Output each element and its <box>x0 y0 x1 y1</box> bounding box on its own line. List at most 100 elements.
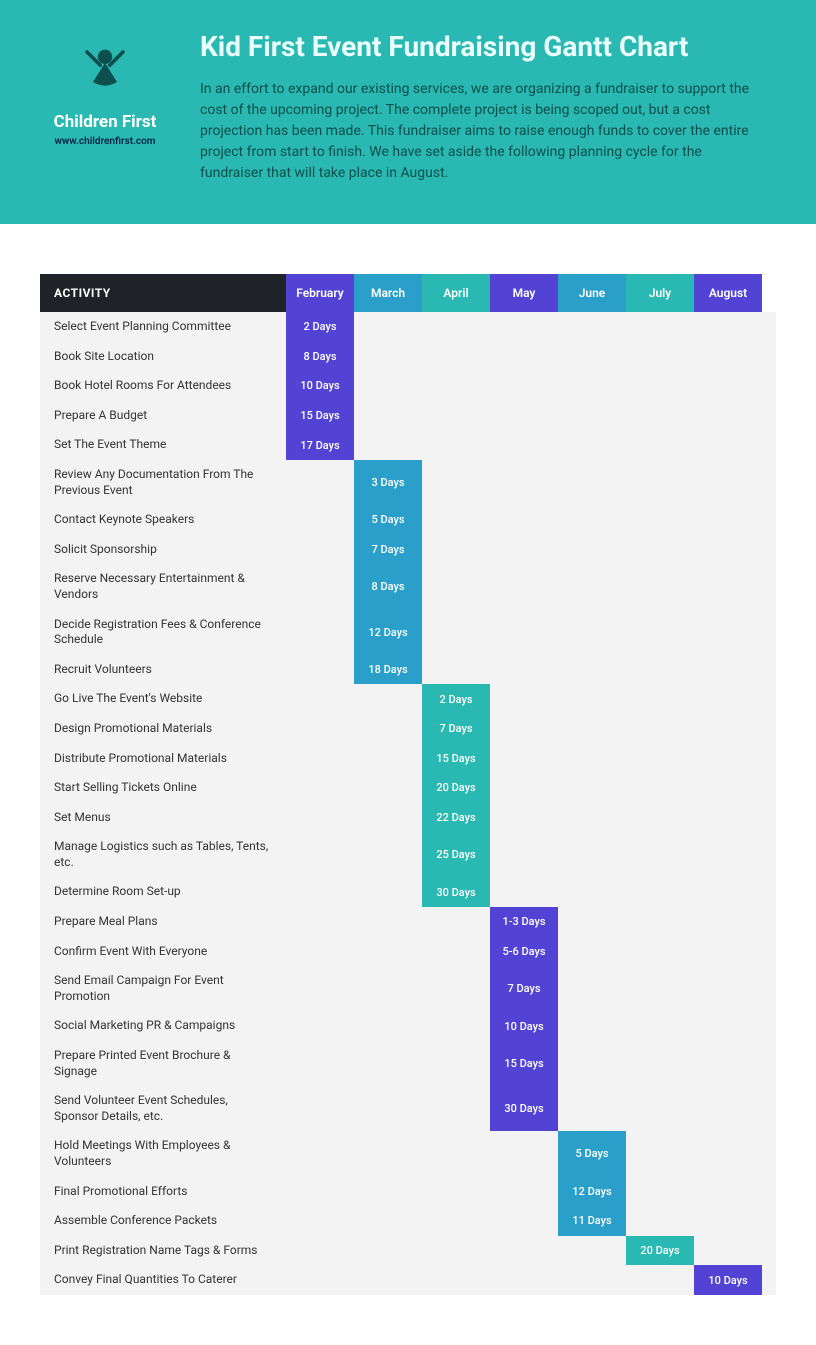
gantt-cell <box>422 564 490 609</box>
month-header: June <box>558 274 626 312</box>
gantt-cell <box>626 1131 694 1176</box>
row-bars: 15 Days <box>286 1041 776 1086</box>
header-text: Kid First Event Fundraising Gantt Chart … <box>200 30 776 184</box>
gantt-cell: 7 Days <box>490 966 558 1011</box>
gantt-cell <box>422 535 490 565</box>
gantt-cell <box>490 655 558 685</box>
activity-label: Book Hotel Rooms For Attendees <box>40 371 286 401</box>
gantt-cell: 2 Days <box>422 684 490 714</box>
row-bars: 30 Days <box>286 877 776 907</box>
header: Children First www.childrenfirst.com Kid… <box>0 0 816 224</box>
activity-label: Start Selling Tickets Online <box>40 773 286 803</box>
gantt-bar: 12 Days <box>354 610 422 655</box>
gantt-cell <box>626 371 694 401</box>
gantt-bar: 7 Days <box>354 535 422 565</box>
gantt-cell: 15 Days <box>490 1041 558 1086</box>
row-bars: 12 Days <box>286 610 776 655</box>
gantt-row: Manage Logistics such as Tables, Tents, … <box>40 832 776 877</box>
gantt-cell <box>694 1206 762 1236</box>
gantt-cell <box>354 937 422 967</box>
activity-label: Confirm Event With Everyone <box>40 937 286 967</box>
gantt-cell <box>558 312 626 342</box>
gantt-cell: 10 Days <box>694 1265 762 1295</box>
gantt-cell <box>694 907 762 937</box>
gantt-cell: 18 Days <box>354 655 422 685</box>
row-bars: 30 Days <box>286 1086 776 1131</box>
gantt-cell <box>354 1041 422 1086</box>
gantt-cell <box>422 342 490 372</box>
gantt-cell <box>626 773 694 803</box>
gantt-bar: 10 Days <box>286 371 354 401</box>
gantt-bar: 5-6 Days <box>490 937 558 967</box>
activity-label: Recruit Volunteers <box>40 655 286 685</box>
gantt-cell <box>558 505 626 535</box>
gantt-cell <box>626 312 694 342</box>
activity-label: Prepare A Budget <box>40 401 286 431</box>
gantt-row: Confirm Event With Everyone 5-6 Days <box>40 937 776 967</box>
row-bars: 7 Days <box>286 714 776 744</box>
gantt-cell <box>490 684 558 714</box>
gantt-cell <box>422 1206 490 1236</box>
activity-label: Design Promotional Materials <box>40 714 286 744</box>
gantt-cell <box>694 342 762 372</box>
row-bars: 15 Days <box>286 401 776 431</box>
gantt-cell <box>286 1131 354 1176</box>
gantt-cell <box>490 744 558 774</box>
gantt-row: Review Any Documentation From The Previo… <box>40 460 776 505</box>
gantt-cell <box>422 966 490 1011</box>
gantt-cell <box>354 1086 422 1131</box>
gantt-cell: 15 Days <box>286 401 354 431</box>
gantt-row: Reserve Necessary Entertainment & Vendor… <box>40 564 776 609</box>
gantt-cell <box>354 1206 422 1236</box>
row-bars: 1-3 Days <box>286 907 776 937</box>
gantt-cell <box>422 937 490 967</box>
activity-label: Go Live The Event's Website <box>40 684 286 714</box>
gantt-row: Book Site Location8 Days <box>40 342 776 372</box>
month-header: March <box>354 274 422 312</box>
gantt-cell: 20 Days <box>626 1236 694 1266</box>
gantt-cell <box>694 877 762 907</box>
gantt-cell <box>354 877 422 907</box>
activity-label: Decide Registration Fees & Conference Sc… <box>40 610 286 655</box>
gantt-cell <box>694 1086 762 1131</box>
gantt-cell: 1-3 Days <box>490 907 558 937</box>
gantt-bar: 15 Days <box>490 1041 558 1086</box>
gantt-cell <box>286 1206 354 1236</box>
gantt-cell <box>286 1236 354 1266</box>
month-headers: FebruaryMarchAprilMayJuneJulyAugust <box>286 274 762 312</box>
gantt-cell <box>626 832 694 877</box>
activity-label: Final Promotional Efforts <box>40 1177 286 1207</box>
gantt-row: Send Email Campaign For Event Promotion7… <box>40 966 776 1011</box>
activity-label: Solicit Sponsorship <box>40 535 286 565</box>
gantt-cell: 8 Days <box>286 342 354 372</box>
gantt-cell <box>422 460 490 505</box>
gantt-row: Set The Event Theme17 Days <box>40 430 776 460</box>
gantt-cell <box>558 655 626 685</box>
gantt-cell <box>422 505 490 535</box>
page-description: In an effort to expand our existing serv… <box>200 79 760 184</box>
gantt-bar: 10 Days <box>694 1265 762 1295</box>
gantt-chart: ACTIVITY FebruaryMarchAprilMayJuneJulyAu… <box>0 224 816 1345</box>
gantt-cell <box>694 1131 762 1176</box>
gantt-row: Set Menus22 Days <box>40 803 776 833</box>
row-bars: 7 Days <box>286 966 776 1011</box>
gantt-cell <box>490 1236 558 1266</box>
gantt-row: Design Promotional Materials7 Days <box>40 714 776 744</box>
activity-label: Send Volunteer Event Schedules, Sponsor … <box>40 1086 286 1131</box>
row-bars: 8 Days <box>286 342 776 372</box>
gantt-cell <box>354 1177 422 1207</box>
gantt-cell <box>490 714 558 744</box>
gantt-cell <box>626 1041 694 1086</box>
gantt-cell <box>354 744 422 774</box>
gantt-cell <box>694 714 762 744</box>
gantt-cell <box>626 937 694 967</box>
gantt-cell <box>626 907 694 937</box>
gantt-bar: 10 Days <box>490 1011 558 1041</box>
gantt-cell <box>354 1011 422 1041</box>
gantt-cell <box>286 564 354 609</box>
gantt-cell: 15 Days <box>422 744 490 774</box>
row-bars: 7 Days <box>286 535 776 565</box>
gantt-cell <box>558 1236 626 1266</box>
gantt-cell <box>626 535 694 565</box>
gantt-cell <box>558 1086 626 1131</box>
